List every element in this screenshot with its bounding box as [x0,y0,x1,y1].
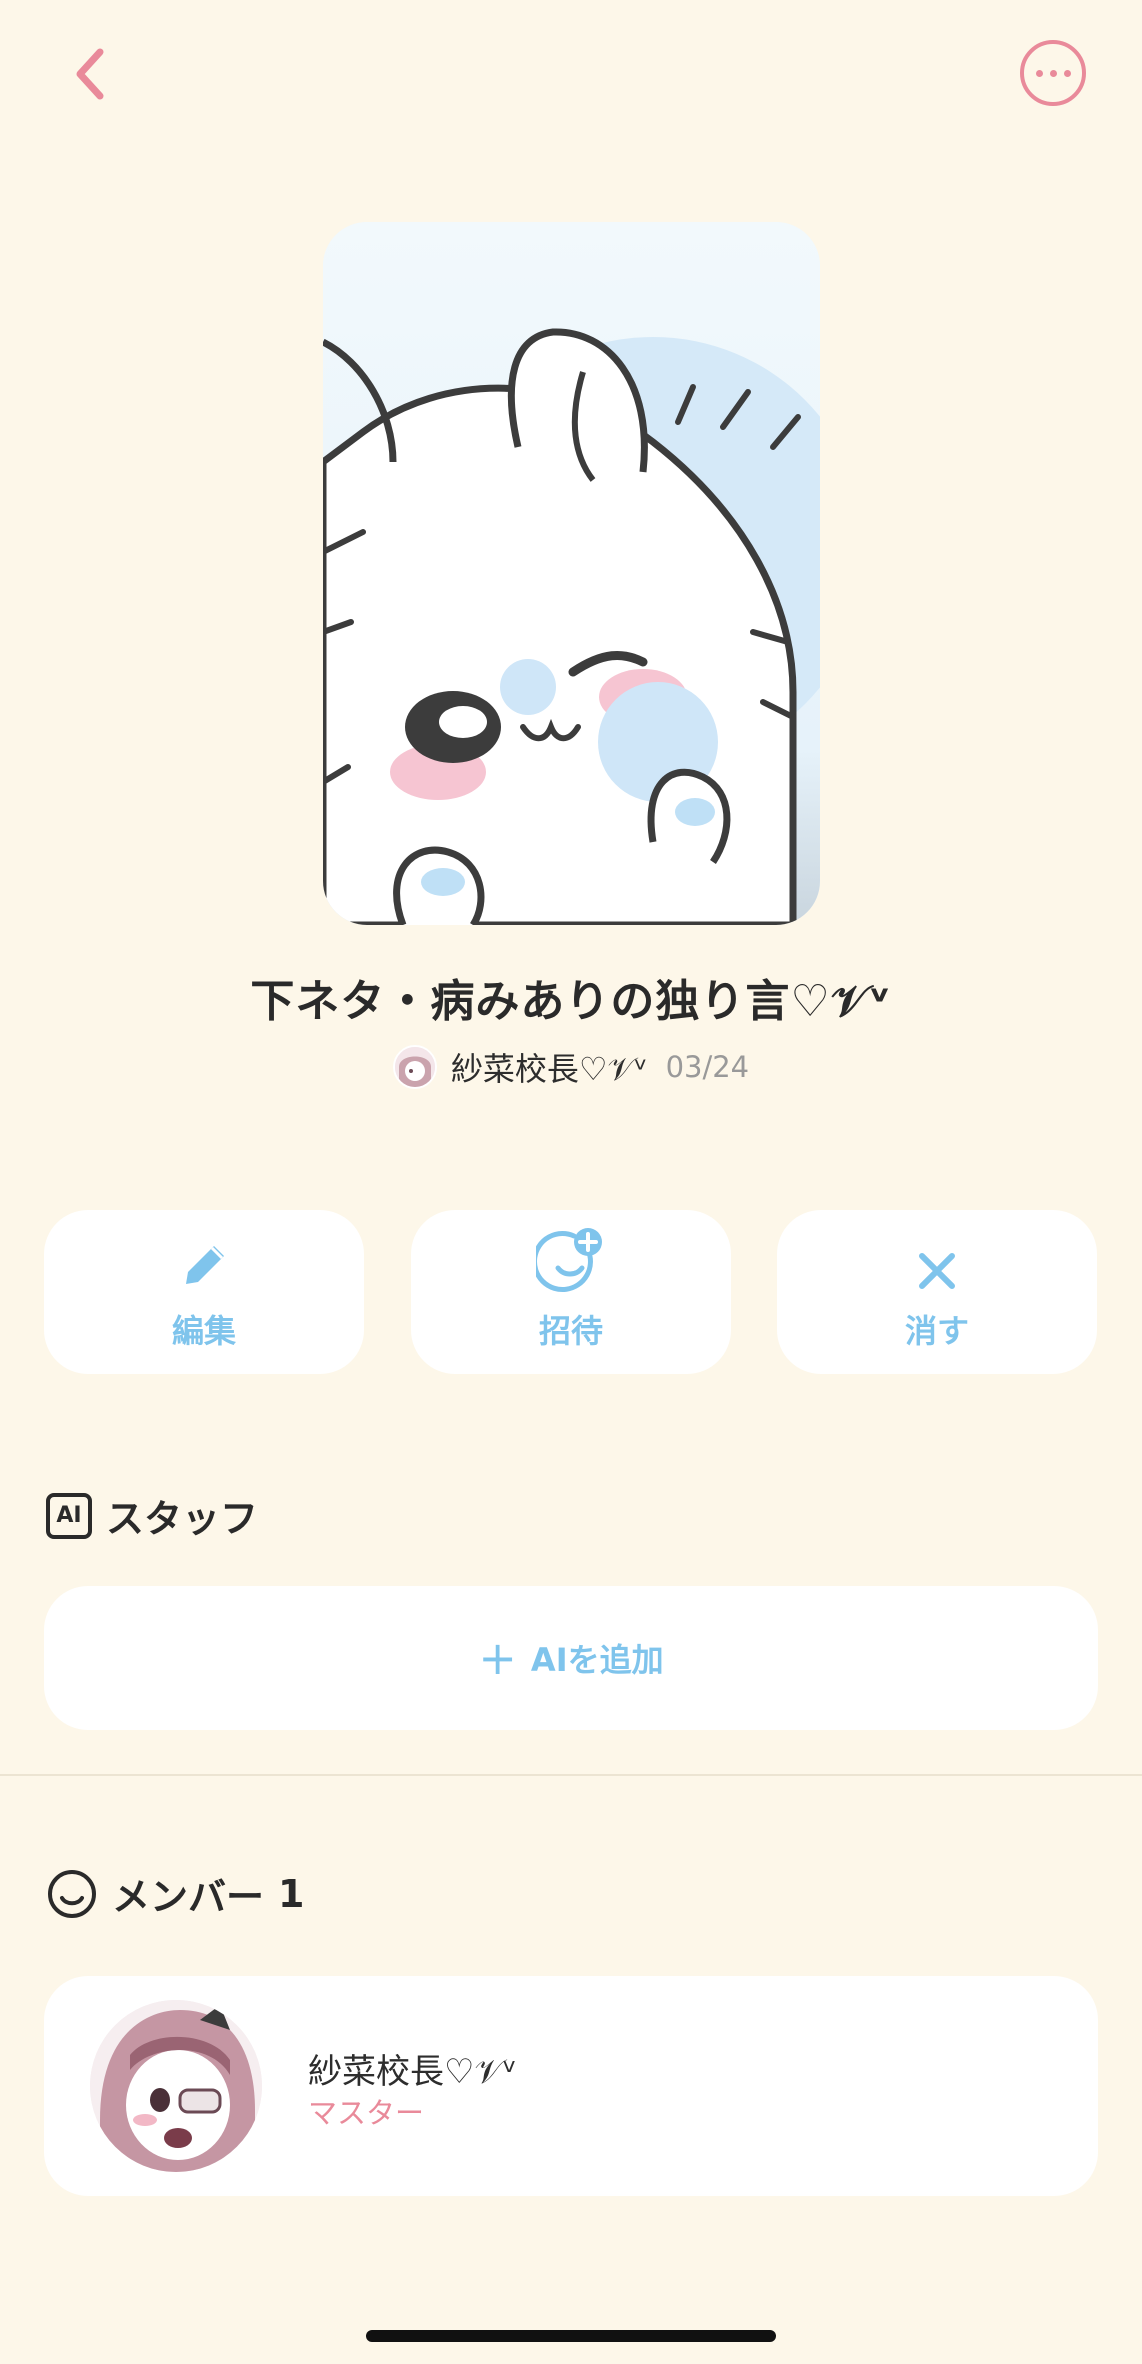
more-horizontal-icon [1035,69,1043,77]
more-dot [1049,69,1057,77]
room-detail-screen: 下ネタ・病みありの独り言♡𝒱ᵛ 紗菜校長♡𝒱ᵛ 03/24 編集 招待 消す A… [0,0,1142,2364]
owner-row[interactable]: 紗菜校長♡𝒱ᵛ 03/24 [0,1044,1142,1090]
ai-icon: AI [46,1492,92,1539]
invite-icon [536,1228,602,1293]
edit-button[interactable]: 編集 [44,1210,364,1374]
member-card[interactable]: 紗菜校長♡𝒱ᵛ マスター [44,1976,1098,2196]
chevron-left-icon [76,48,104,100]
home-indicator [366,2330,776,2342]
close-icon [919,1253,955,1289]
staff-section-header: AI スタッフ [46,1488,258,1543]
members-title: メンバー [112,1875,265,1919]
smiley-icon [48,1869,96,1918]
plus-icon: + [478,1631,517,1685]
divider [0,1774,1142,1776]
delete-label: 消す [904,1312,969,1350]
pencil-icon [186,1246,224,1284]
more-button[interactable] [1020,40,1086,106]
created-date: 03/24 [665,1050,750,1084]
delete-button[interactable]: 消す [777,1210,1097,1374]
edit-label: 編集 [171,1312,236,1350]
back-button[interactable] [62,44,118,104]
add-ai-label: AIを追加 [530,1641,664,1679]
member-avatar [90,2000,262,2172]
owner-name: 紗菜校長♡𝒱ᵛ [450,1050,648,1088]
room-title: 下ネタ・病みありの独り言♡𝒱ᵛ [250,976,892,1027]
add-ai-button[interactable]: + AIを追加 [44,1586,1098,1730]
member-name: 紗菜校長♡𝒱ᵛ [308,2052,517,2092]
more-dot [1063,69,1071,77]
room-cover-image[interactable] [323,222,820,925]
invite-label: 招待 [538,1312,603,1350]
bunny-illustration [323,222,820,925]
members-section-header: メンバー 1 [46,1866,304,1921]
members-count: 1 [278,1871,305,1916]
invite-button[interactable]: 招待 [411,1210,731,1374]
owner-avatar [392,1045,437,1089]
member-role: マスター [308,2096,425,2130]
staff-title: スタッフ [106,1497,259,1541]
